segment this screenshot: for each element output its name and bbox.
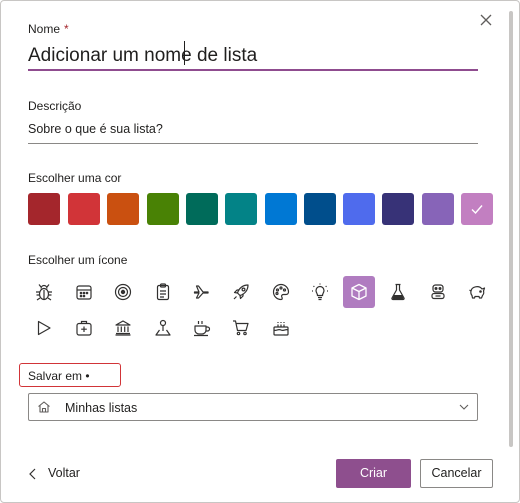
- target-icon: [114, 283, 132, 301]
- scrollbar-thumb[interactable]: [509, 11, 513, 447]
- icon-option-map-pin[interactable]: [147, 312, 179, 344]
- calendar-icon: [76, 285, 92, 300]
- text-caret: [184, 41, 185, 65]
- icon-option-first-aid[interactable]: [68, 312, 100, 344]
- icon-option-cake[interactable]: [265, 312, 297, 344]
- rocket-icon: [233, 284, 249, 300]
- icon-option-airplane[interactable]: [186, 276, 218, 308]
- icon-option-play[interactable]: [28, 312, 60, 344]
- color-swatch-teal[interactable]: [225, 193, 257, 225]
- icon-option-shopping-cart[interactable]: [225, 312, 257, 344]
- color-label: Escolher uma cor: [28, 171, 122, 185]
- save-location-label: Salvar em •: [28, 369, 90, 383]
- description-input[interactable]: Sobre o que é sua lista?: [28, 122, 478, 144]
- icon-option-calendar[interactable]: [68, 276, 100, 308]
- save-location-dropdown[interactable]: Minhas listas: [28, 393, 478, 421]
- icon-option-lightbulb[interactable]: [304, 276, 336, 308]
- icon-option-palette[interactable]: [265, 276, 297, 308]
- icon-option-target[interactable]: [107, 276, 139, 308]
- checkmark-icon: [471, 205, 483, 215]
- clipboard-icon: [156, 283, 170, 301]
- scrollbar[interactable]: [508, 7, 514, 453]
- bug-icon: [36, 284, 52, 301]
- cube-icon: [351, 283, 367, 301]
- color-swatch-green[interactable]: [147, 193, 179, 225]
- list-name-text: Adicionar um nome de lista: [28, 45, 258, 66]
- home-icon: [38, 401, 50, 413]
- color-swatch-orchid[interactable]: [461, 193, 493, 225]
- icon-option-rocket[interactable]: [225, 276, 257, 308]
- robot-icon: [431, 284, 445, 300]
- airplane-icon: [193, 285, 209, 299]
- icon-option-coffee-cup[interactable]: [186, 312, 218, 344]
- icon-option-bank[interactable]: [107, 312, 139, 344]
- shopping-cart-icon: [233, 320, 249, 336]
- play-icon: [37, 320, 51, 336]
- description-placeholder: Sobre o que é sua lista?: [28, 122, 163, 136]
- piggy-bank-icon: [469, 286, 486, 299]
- color-swatch-purple[interactable]: [422, 193, 454, 225]
- create-button[interactable]: Criar: [336, 459, 411, 488]
- close-button[interactable]: [475, 9, 497, 31]
- description-label: Descrição: [28, 99, 82, 113]
- icon-option-piggy-bank[interactable]: [461, 276, 493, 308]
- icon-option-cube[interactable]: [343, 276, 375, 308]
- back-label: Voltar: [48, 466, 80, 480]
- palette-icon: [272, 283, 290, 301]
- save-location-value: Minhas listas: [65, 401, 138, 415]
- required-mark: *: [64, 22, 69, 36]
- icon-option-flask[interactable]: [382, 276, 414, 308]
- cake-icon: [273, 322, 289, 336]
- color-swatch-dark-red[interactable]: [28, 193, 60, 225]
- icon-option-clipboard[interactable]: [147, 276, 179, 308]
- icon-option-bug[interactable]: [28, 276, 60, 308]
- lightbulb-icon: [312, 283, 328, 301]
- cancel-button[interactable]: Cancelar: [420, 459, 493, 488]
- close-icon: [480, 14, 492, 26]
- color-swatch-red[interactable]: [68, 193, 100, 225]
- icon-label: Escolher um ícone: [28, 253, 128, 267]
- first-aid-icon: [76, 320, 92, 336]
- color-swatch-blue[interactable]: [265, 193, 297, 225]
- create-list-dialog: Nome * Adicionar um nome de lista Descriç…: [0, 0, 520, 503]
- list-name-input[interactable]: Adicionar um nome de lista: [28, 45, 478, 71]
- flask-icon: [391, 283, 405, 301]
- color-swatch-orange[interactable]: [107, 193, 139, 225]
- color-swatch-indigo[interactable]: [382, 193, 414, 225]
- name-label: Nome *: [28, 22, 69, 36]
- bank-icon: [115, 320, 131, 336]
- color-swatch-periwinkle[interactable]: [343, 193, 375, 225]
- chevron-down-icon: [459, 404, 469, 410]
- color-swatch-dark-blue[interactable]: [304, 193, 336, 225]
- icon-option-robot[interactable]: [422, 276, 454, 308]
- coffee-cup-icon: [194, 321, 211, 337]
- map-pin-icon: [155, 319, 171, 336]
- chevron-left-icon: [29, 468, 36, 480]
- color-swatch-dark-teal[interactable]: [186, 193, 218, 225]
